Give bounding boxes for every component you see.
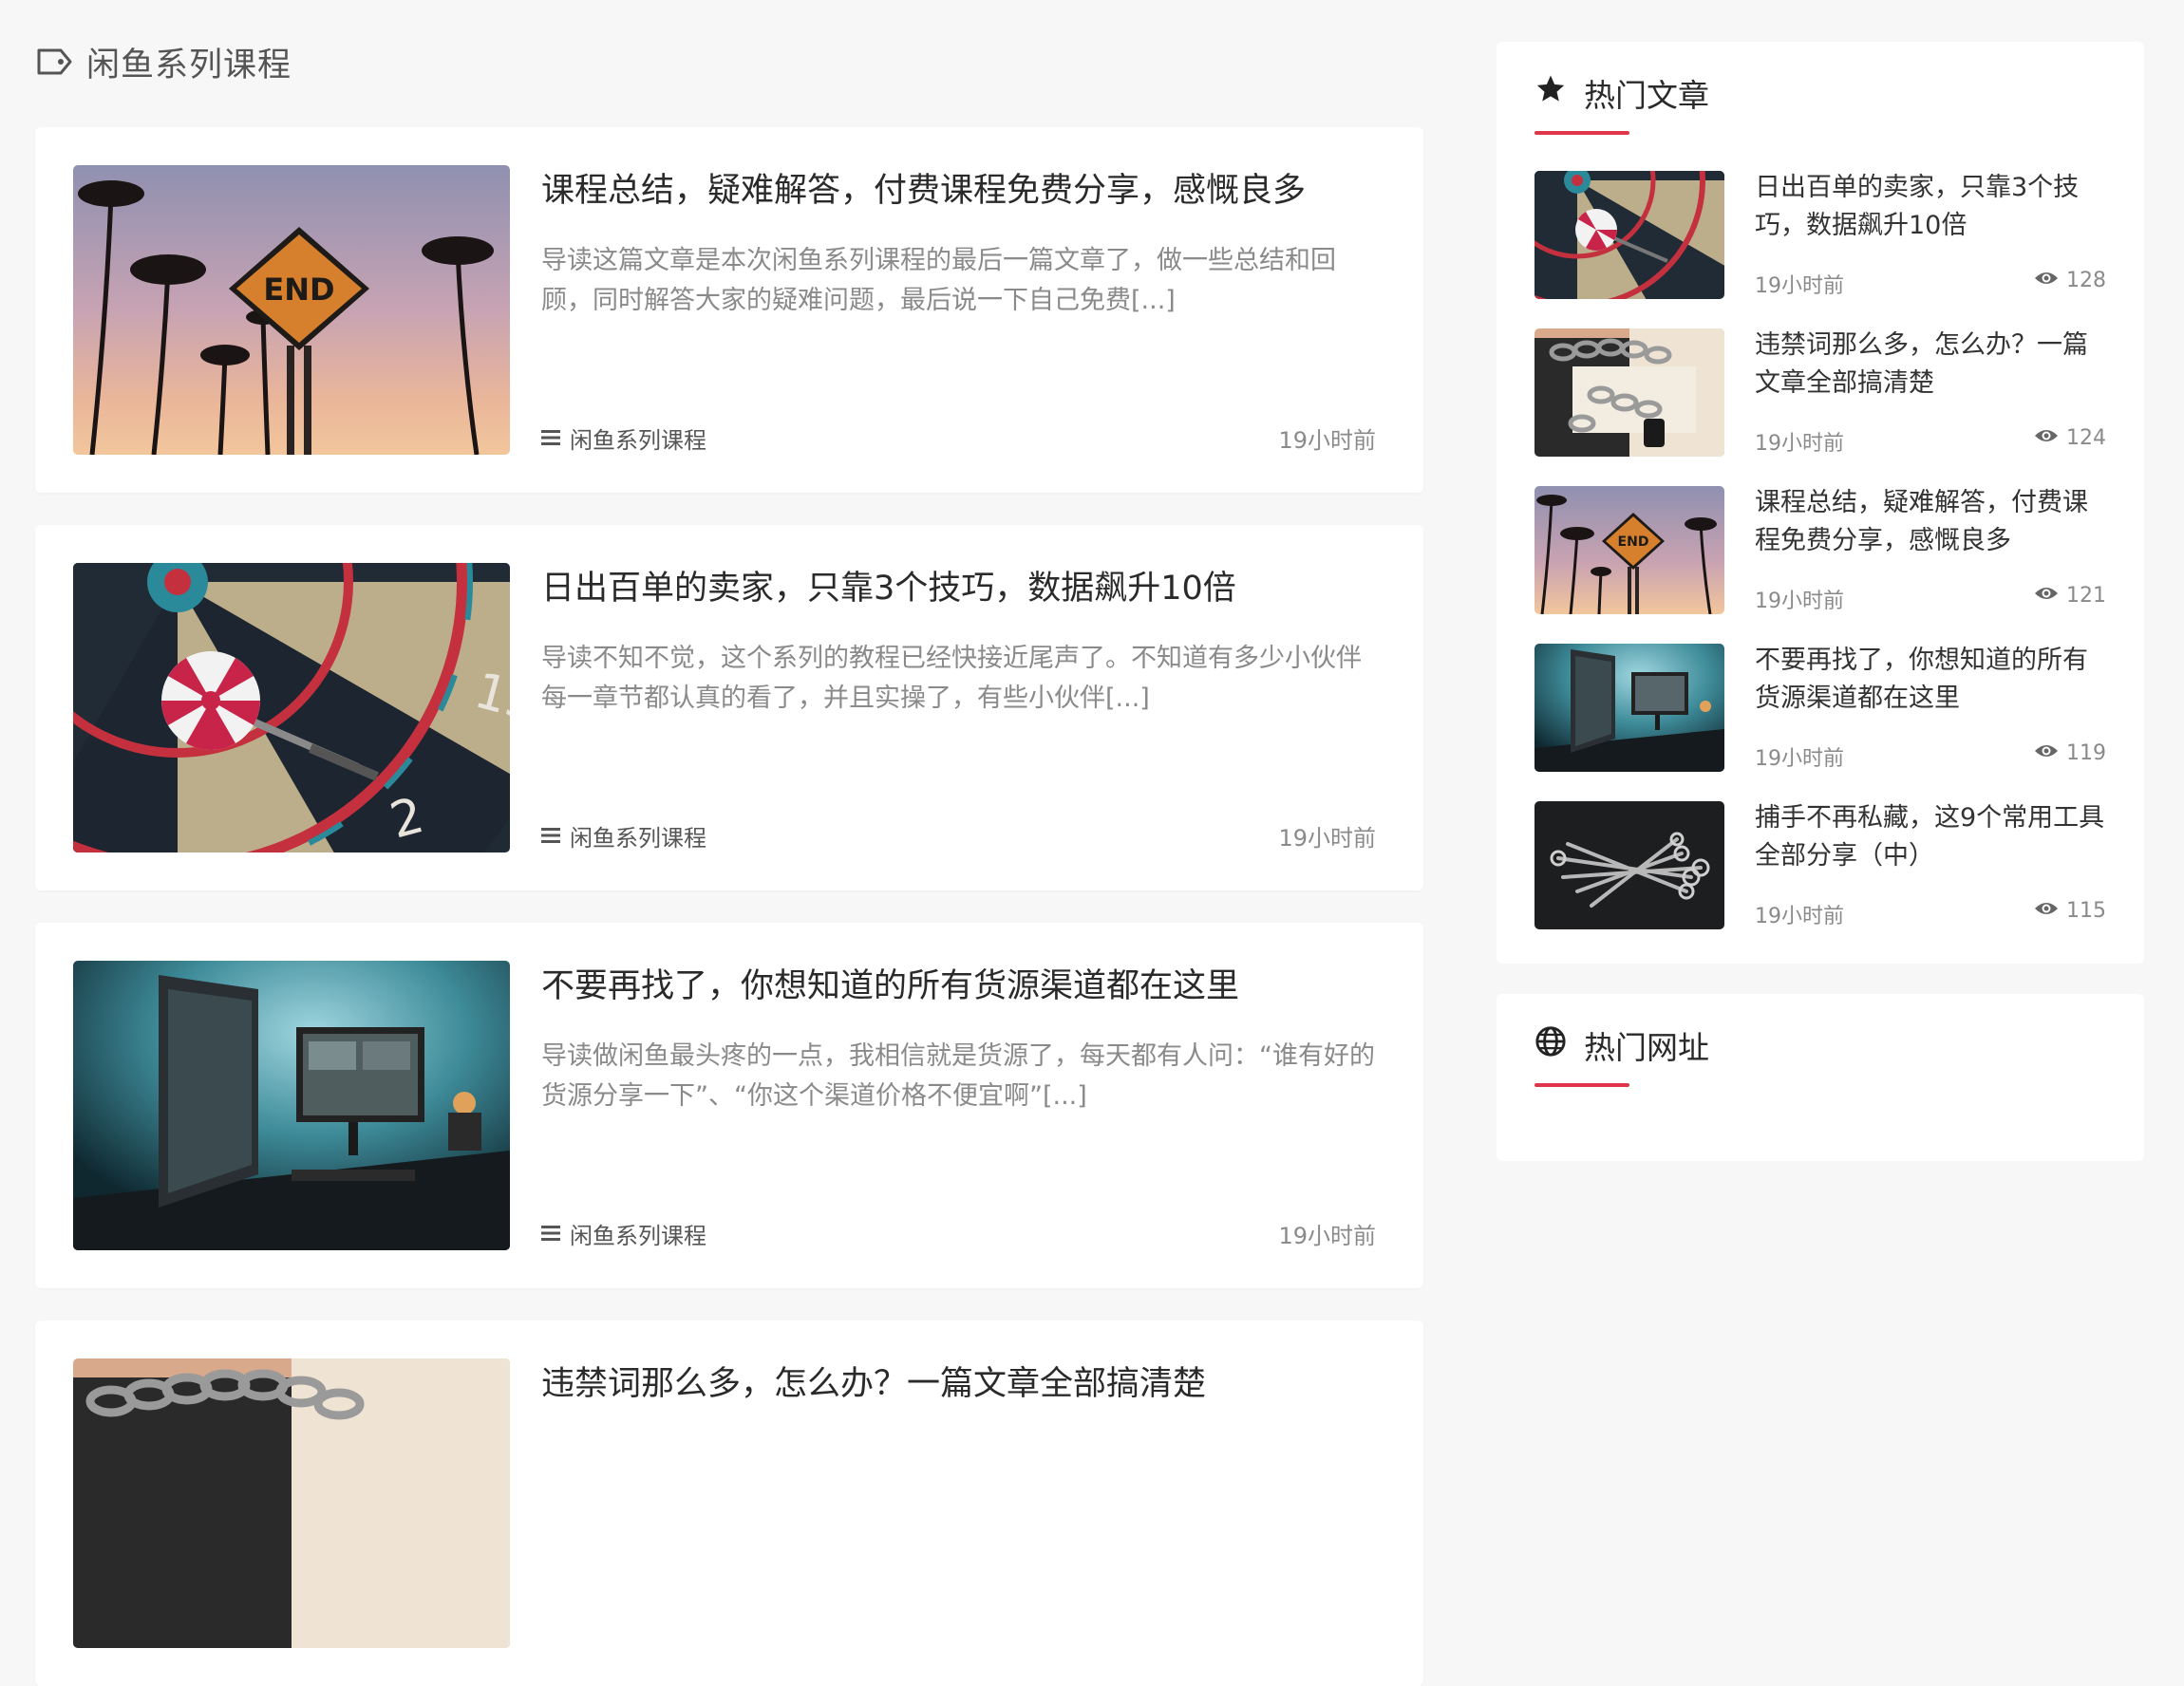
hot-article-title[interactable]: 违禁词那么多，怎么办？一篇文章全部搞清楚 xyxy=(1755,327,2106,403)
widget-header: 热门文章 xyxy=(1534,70,1709,116)
hot-article-title[interactable]: 日出百单的卖家，只靠3个技巧，数据飙升10倍 xyxy=(1755,169,2106,245)
widget-underline xyxy=(1534,1083,1629,1087)
post-category-label: 闲鱼系列课程 xyxy=(570,427,706,454)
view-count: 119 xyxy=(2066,741,2106,765)
section-title: 闲鱼系列课程 xyxy=(35,42,292,84)
post-card[interactable]: 违禁词那么多，怎么办？一篇文章全部搞清楚 xyxy=(35,1321,1423,1686)
post-title[interactable]: 违禁词那么多，怎么办？一篇文章全部搞清楚 xyxy=(541,1360,1385,1408)
post-time: 19小时前 xyxy=(1278,427,1376,454)
hot-article-item[interactable]: 不要再找了，你想知道的所有货源渠道都在这里 19小时前 119 xyxy=(1534,644,2106,772)
view-count: 128 xyxy=(2066,269,2106,292)
post-title[interactable]: 不要再找了，你想知道的所有货源渠道都在这里 xyxy=(541,963,1385,1010)
widget-title: 热门网址 xyxy=(1584,1029,1709,1066)
post-title[interactable]: 课程总结，疑难解答，付费课程免费分享，感慨良多 xyxy=(541,167,1385,215)
hot-article-time: 19小时前 xyxy=(1755,747,1844,771)
post-thumbnail[interactable] xyxy=(73,1358,510,1648)
post-thumbnail[interactable] xyxy=(73,961,510,1250)
hot-article-views: 124 xyxy=(2034,426,2106,450)
post-category[interactable]: 闲鱼系列课程 xyxy=(541,422,706,455)
post-category[interactable]: 闲鱼系列课程 xyxy=(541,819,706,852)
post-meta: 闲鱼系列课程 19小时前 xyxy=(541,819,1376,852)
eye-icon xyxy=(2034,426,2059,450)
eye-icon xyxy=(2034,269,2059,292)
widget-title: 热门文章 xyxy=(1584,77,1709,114)
hot-article-title[interactable]: 课程总结，疑难解答，付费课程免费分享，感慨良多 xyxy=(1755,484,2106,560)
hot-articles-widget: 热门文章 日出百单的卖家，只靠3个技巧，数据飙升10倍 19小时前 128 违禁… xyxy=(1497,42,2144,964)
hot-article-time: 19小时前 xyxy=(1755,274,1844,298)
post-category-label: 闲鱼系列课程 xyxy=(570,825,706,852)
post-thumbnail[interactable]: END xyxy=(73,165,510,455)
post-time: 19小时前 xyxy=(1278,825,1376,852)
hot-article-thumbnail[interactable] xyxy=(1534,328,1724,457)
eye-icon xyxy=(2034,584,2059,608)
hot-article-item[interactable]: 日出百单的卖家，只靠3个技巧，数据飙升10倍 19小时前 128 xyxy=(1534,171,2106,299)
post-excerpt: 导读这篇文章是本次闲鱼系列课程的最后一篇文章了，做一些总结和回顾，同时解答大家的… xyxy=(541,246,1336,315)
hot-article-thumbnail[interactable] xyxy=(1534,801,1724,929)
hot-article-time: 19小时前 xyxy=(1755,905,1844,928)
post-card[interactable]: 不要再找了，你想知道的所有货源渠道都在这里 导读做闲鱼最头疼的一点，我相信就是货… xyxy=(35,923,1423,1288)
widget-underline xyxy=(1534,131,1629,135)
view-count: 115 xyxy=(2066,899,2106,923)
post-meta: 闲鱼系列课程 19小时前 xyxy=(541,1217,1376,1250)
post-card[interactable]: 15 2 日出百单的卖家，只靠3个技巧，数据飙升10倍 导读不知不觉，这个系列的… xyxy=(35,525,1423,890)
eye-icon xyxy=(2034,741,2059,765)
post-category[interactable]: 闲鱼系列课程 xyxy=(541,1217,706,1250)
star-icon xyxy=(1534,73,1567,113)
hot-article-title[interactable]: 捕手不再私藏，这9个常用工具全部分享（中） xyxy=(1755,799,2106,875)
hot-article-thumbnail[interactable] xyxy=(1534,171,1724,299)
eye-icon xyxy=(2034,899,2059,923)
post-card[interactable]: END 课程总结，疑难解答，付费课程免费分享，感慨良多 导读这篇文章是本次闲鱼系… xyxy=(35,127,1423,493)
post-time: 19小时前 xyxy=(1278,1223,1376,1249)
post-thumbnail[interactable]: 15 2 xyxy=(73,563,510,852)
hot-article-thumbnail[interactable]: END xyxy=(1534,486,1724,614)
post-meta: 闲鱼系列课程 19小时前 xyxy=(541,422,1376,455)
hot-article-views: 121 xyxy=(2034,584,2106,608)
globe-icon xyxy=(1534,1025,1567,1065)
hot-article-title[interactable]: 不要再找了，你想知道的所有货源渠道都在这里 xyxy=(1755,642,2106,718)
hot-article-item[interactable]: END 课程总结，疑难解答，付费课程免费分享，感慨良多 19小时前 121 xyxy=(1534,486,2106,614)
hot-article-views: 119 xyxy=(2034,741,2106,765)
hot-article-time: 19小时前 xyxy=(1755,590,1844,613)
section-title-text: 闲鱼系列课程 xyxy=(86,46,292,84)
list-icon xyxy=(541,425,560,452)
hot-sites-widget: 热门网址 xyxy=(1497,994,2144,1161)
post-excerpt: 导读不知不觉，这个系列的教程已经快接近尾声了。不知道有多少小伙伴每一章节都认真的… xyxy=(541,644,1362,713)
hot-article-thumbnail[interactable] xyxy=(1534,644,1724,772)
view-count: 121 xyxy=(2066,584,2106,608)
widget-header: 热门网址 xyxy=(1534,1022,1709,1068)
hot-article-item[interactable]: 捕手不再私藏，这9个常用工具全部分享（中） 19小时前 115 xyxy=(1534,801,2106,929)
hot-article-time: 19小时前 xyxy=(1755,432,1844,456)
hot-article-item[interactable]: 违禁词那么多，怎么办？一篇文章全部搞清楚 19小时前 124 xyxy=(1534,328,2106,457)
list-icon xyxy=(541,823,560,850)
post-excerpt: 导读做闲鱼最头疼的一点，我相信就是货源了，每天都有人问：“谁有好的货源分享一下”… xyxy=(541,1041,1375,1111)
hot-article-views: 128 xyxy=(2034,269,2106,292)
hot-article-views: 115 xyxy=(2034,899,2106,923)
svg-text:END: END xyxy=(1618,534,1649,550)
svg-text:END: END xyxy=(263,272,334,308)
view-count: 124 xyxy=(2066,426,2106,450)
post-title[interactable]: 日出百单的卖家，只靠3个技巧，数据飙升10倍 xyxy=(541,565,1385,612)
post-category-label: 闲鱼系列课程 xyxy=(570,1223,706,1249)
list-icon xyxy=(541,1221,560,1247)
tag-icon xyxy=(35,47,73,76)
